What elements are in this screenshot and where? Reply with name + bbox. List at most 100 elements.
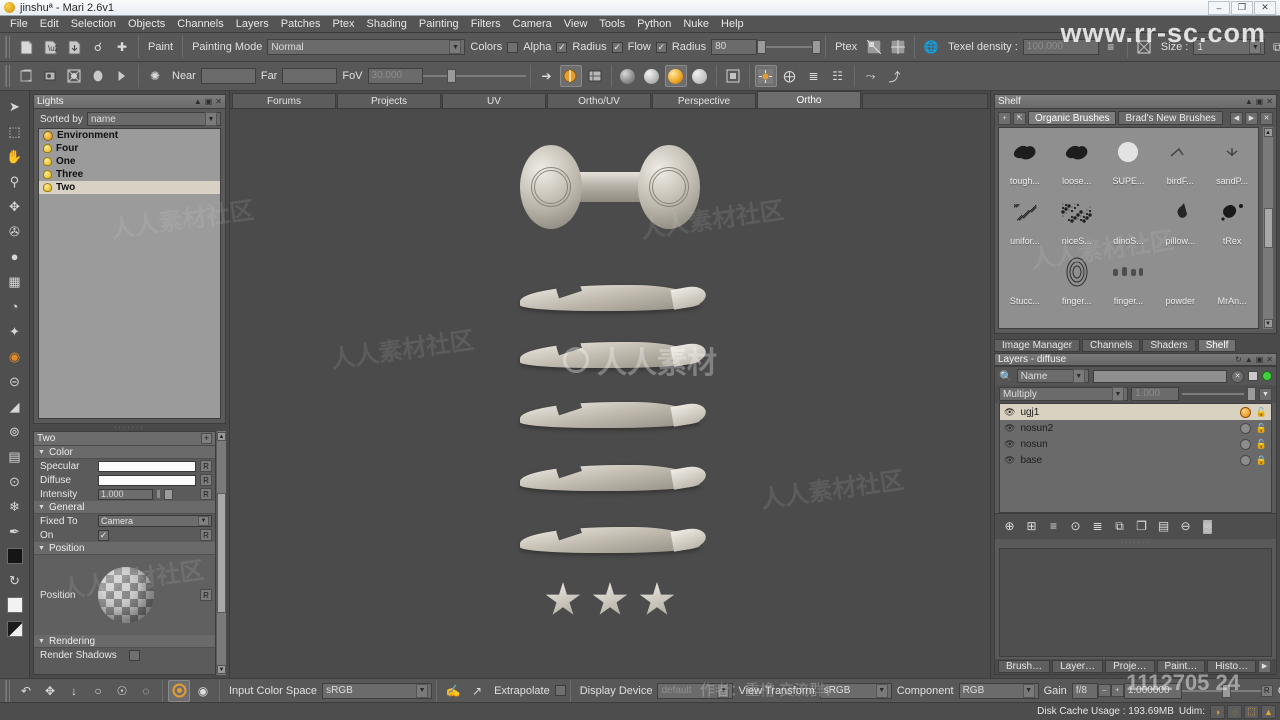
position-reset-button[interactable]: R — [200, 589, 212, 601]
brush-item[interactable]: unifor... — [999, 188, 1051, 248]
add-property-button[interactable]: + — [201, 433, 212, 444]
chevron-down-icon[interactable]: ▼ — [1249, 40, 1262, 54]
shelf-prev-button[interactable]: ◀ — [1230, 111, 1243, 125]
brush-item[interactable]: finger... — [1051, 248, 1103, 308]
panel-restore-icon[interactable]: ▣ — [205, 97, 213, 106]
colors-checkbox[interactable] — [507, 41, 519, 53]
extrapolate-toggle-icon[interactable]: ↗ — [466, 680, 488, 702]
color-space-edit-icon[interactable]: ✍ — [442, 680, 464, 702]
painting-mode-combo[interactable]: Normal ▼ — [267, 39, 466, 55]
toolbar-grip[interactable] — [5, 65, 11, 87]
dodge-burn-icon[interactable]: ⊝ — [3, 370, 27, 393]
swap-colors-icon[interactable]: ↻ — [3, 569, 27, 592]
menu-painting[interactable]: Painting — [413, 17, 465, 31]
brush-item[interactable]: loose... — [1051, 128, 1103, 188]
blend-mode-combo[interactable]: Multiply ▼ — [999, 387, 1128, 401]
light-list-item[interactable]: One — [39, 155, 220, 168]
panel-float-icon[interactable]: ▲ — [1245, 97, 1253, 106]
eraser-icon[interactable]: ◢ — [3, 395, 27, 418]
globe-icon[interactable]: 🌐 — [920, 36, 942, 58]
specular-reset-button[interactable]: R — [200, 460, 212, 472]
diffuse-color-swatch[interactable] — [98, 474, 196, 486]
eye-visibility-icon[interactable]: 👁 — [1004, 423, 1015, 434]
panel-close-icon[interactable]: ✕ — [1266, 97, 1273, 106]
panel-window-controls[interactable]: ↻ ▲ ▣ ✕ — [1235, 355, 1273, 364]
gain-slider-track[interactable] — [1181, 689, 1222, 692]
brush-item[interactable]: tRex — [1206, 188, 1258, 248]
chevron-down-icon[interactable]: ▼ — [198, 516, 209, 526]
ptex-checker-b-icon[interactable] — [887, 36, 909, 58]
revert-circle-icon[interactable]: ○ — [87, 680, 109, 702]
opacity-slider-handle[interactable] — [1247, 387, 1256, 401]
transform-move-icon[interactable]: ✥ — [39, 680, 61, 702]
comment-icon[interactable]: ◔ — [3, 295, 27, 318]
chevron-down-icon[interactable]: ▼ — [416, 683, 429, 698]
brush-item[interactable]: pillow... — [1154, 188, 1206, 248]
light-list-item[interactable]: Four — [39, 142, 220, 155]
extrapolate-checkbox[interactable] — [554, 685, 566, 696]
position-trackball[interactable] — [98, 567, 154, 623]
color-mix-swatch[interactable] — [6, 621, 23, 637]
layer-row[interactable]: 👁 nosun2 🔓 — [1000, 420, 1271, 436]
paint-bucket-icon[interactable]: ⊙ — [3, 470, 27, 493]
layer-palette-icon[interactable] — [1240, 422, 1251, 434]
eye-visibility-icon[interactable]: 👁 — [1004, 439, 1015, 450]
camera-clip-icon[interactable]: ✺ — [144, 65, 166, 87]
menu-view[interactable]: View — [558, 17, 594, 31]
fixed-to-combo[interactable]: Camera ▼ — [98, 515, 212, 527]
collapse-triangle-icon[interactable]: ▼ — [38, 449, 45, 456]
lights-list[interactable]: Environment Four One Three Two — [38, 128, 221, 419]
lock-open-icon[interactable]: 🔓 — [1256, 439, 1267, 450]
opacity-slider-track[interactable] — [1182, 393, 1244, 395]
eye-visibility-icon[interactable]: 👁 — [1004, 455, 1015, 466]
chevron-down-icon[interactable]: ▼ — [1072, 369, 1085, 383]
duplicate-layer-icon[interactable]: ⧉ — [1110, 517, 1129, 536]
dock-tab-channels[interactable]: Channels — [1082, 339, 1141, 352]
projector-icon[interactable] — [63, 65, 85, 87]
add-adjustment-layer-icon[interactable]: ⊞ — [1022, 517, 1041, 536]
panel-close-icon[interactable]: ✕ — [1266, 355, 1273, 364]
left-dock-splitter[interactable]: ······· — [30, 424, 229, 431]
lock-open-icon[interactable]: 🔓 — [1256, 407, 1267, 418]
color-group-header[interactable]: ▼ Color — [34, 446, 215, 459]
pin-icon[interactable]: ✦ — [3, 320, 27, 343]
light-list-item[interactable]: Two — [39, 181, 220, 194]
size-combo[interactable]: 1 ▼ — [1193, 39, 1266, 55]
close-button[interactable]: ✕ — [1254, 0, 1276, 15]
fov-slider-handle[interactable] — [446, 69, 456, 83]
menu-python[interactable]: Python — [631, 17, 677, 31]
mirror-horizontal-icon[interactable]: ≣ — [803, 65, 825, 87]
fov-slider-track[interactable] — [422, 75, 447, 77]
light-gizmo-icon[interactable] — [754, 65, 777, 87]
layers-splitter[interactable]: ······· — [995, 539, 1276, 546]
shade-flat-icon[interactable] — [87, 65, 109, 87]
color-picker-globe-icon[interactable]: ◉ — [192, 680, 214, 702]
brush-item[interactable]: powder — [1154, 248, 1206, 308]
viewport-tab-perspective[interactable]: Perspective — [652, 93, 756, 108]
brush-item[interactable]: sandP... — [1206, 128, 1258, 188]
gain-decrement-button[interactable]: – — [1097, 684, 1111, 697]
menu-camera[interactable]: Camera — [507, 17, 558, 31]
on-reset-button[interactable]: R — [200, 529, 212, 541]
collapse-triangle-icon[interactable]: ▼ — [38, 638, 45, 645]
shading-flat-sphere-icon[interactable] — [617, 65, 639, 87]
viewport-tab-projects[interactable]: Projects — [337, 93, 441, 108]
bottom-dock-tab[interactable]: Brush… — [998, 659, 1051, 673]
chevron-down-icon[interactable]: ▼ — [875, 683, 888, 698]
lock-open-icon[interactable]: 🔓 — [1256, 423, 1267, 434]
gain-reset-button[interactable]: R — [1260, 684, 1273, 697]
layer-palette-icon[interactable] — [1240, 406, 1251, 418]
radius-checkbox[interactable]: ✓ — [611, 41, 623, 53]
select-mode-icon[interactable]: ➔ — [536, 65, 558, 87]
menu-ptex[interactable]: Ptex — [327, 17, 361, 31]
display-device-combo[interactable]: default ▼ — [657, 682, 734, 699]
uv-mode-icon[interactable] — [584, 65, 606, 87]
smudge-icon[interactable]: ✇ — [3, 220, 27, 243]
perspective-camera-icon[interactable] — [15, 65, 37, 87]
shelf-menu-icon[interactable]: ⇱ — [1013, 111, 1026, 125]
mirror-vertical-icon[interactable]: ⨁ — [779, 65, 801, 87]
layers-list[interactable]: 👁 ugj1 🔓 👁 nosun2 🔓 👁 nosun 🔓 👁 base 🔒 — [999, 403, 1272, 513]
ortho-camera-icon[interactable] — [39, 65, 61, 87]
paint-mode-icon[interactable] — [559, 65, 582, 87]
brush-item[interactable]: tough... — [999, 128, 1051, 188]
